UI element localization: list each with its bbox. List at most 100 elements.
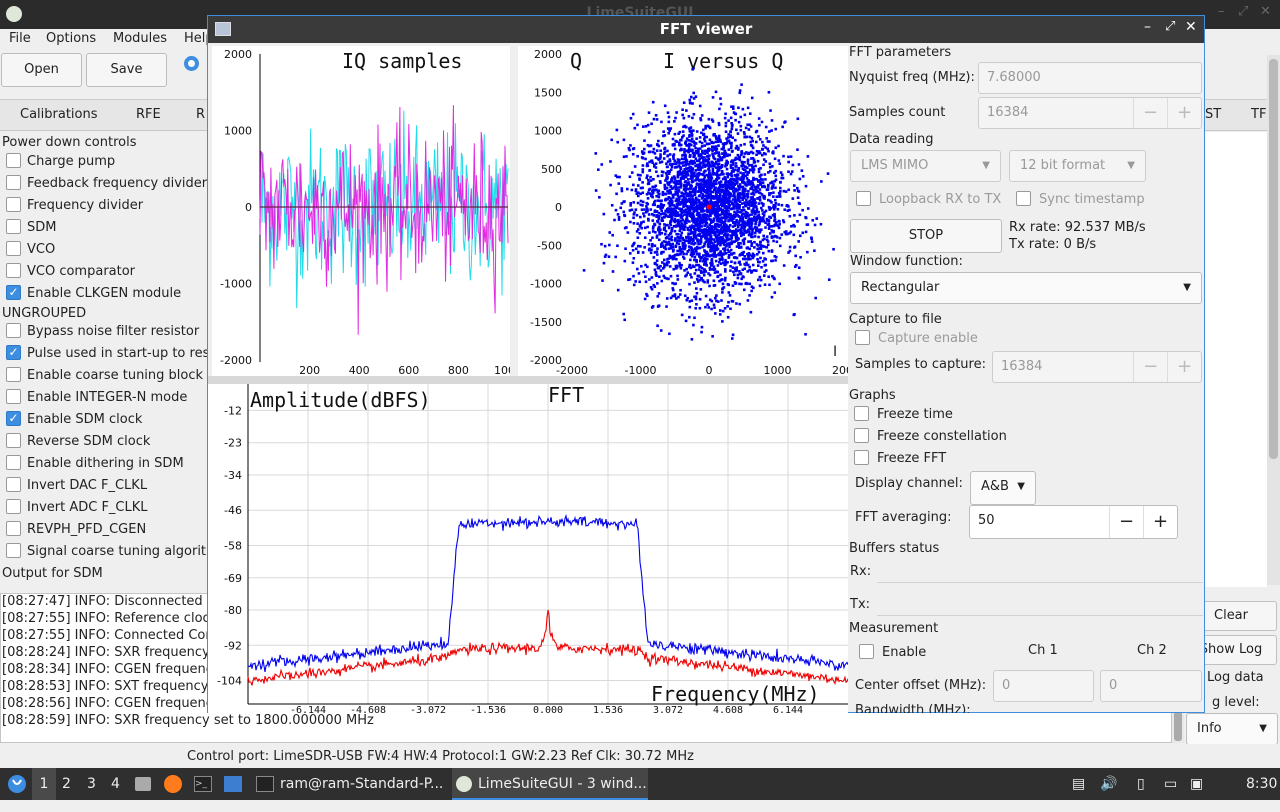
checkbox-icon[interactable] [6,433,21,448]
checkbox-icon[interactable] [6,543,21,558]
checkbox-row[interactable]: Frequency divider [6,197,143,218]
minus-icon[interactable]: − [1109,506,1143,538]
checkbox-icon[interactable] [6,323,21,338]
tab-tf[interactable]: TF [1251,107,1266,122]
checkbox-row[interactable]: Feedback frequency divider [6,175,207,196]
loopback-check-icon[interactable] [856,191,871,206]
sync-checkbox[interactable]: Sync timestamp [1016,191,1145,207]
checkbox-row[interactable]: Reverse SDM clock [6,433,150,454]
clipboard-icon[interactable]: ▤ [1072,768,1088,800]
maximize-icon[interactable]: ⤢ [1238,4,1248,19]
window-function-select[interactable]: Rectangular ▼ [850,272,1202,304]
checkbox-row[interactable]: Charge pump [6,153,115,174]
checkbox-row[interactable]: REVPH_PFD_CGEN [6,521,146,542]
radio-icon[interactable] [184,56,199,71]
taskbar-limesuite-window[interactable]: LimeSuiteGUI - 3 wind... [452,768,648,800]
checkbox-row[interactable]: ✓ Enable CLKGEN module [6,285,181,306]
scrollbar-thumb[interactable] [1269,59,1278,459]
checkbox-row[interactable]: Enable INTEGER-N mode [6,389,187,410]
minus-icon[interactable]: − [1133,98,1167,128]
loopback-checkbox[interactable]: Loopback RX to TX [856,191,1001,207]
checkbox-row[interactable]: Invert ADC F_CLKL [6,499,148,520]
stop-button[interactable]: STOP [850,219,1002,253]
firefox-icon[interactable] [164,768,184,800]
format-select[interactable]: 12 bit format ▼ [1009,150,1146,182]
main-scrollbar[interactable] [1267,55,1280,585]
checkbox-row[interactable]: SDM [6,219,56,240]
tab-r[interactable]: R [196,107,205,122]
close-icon[interactable]: ✕ [1260,4,1271,19]
mode-select[interactable]: LMS MIMO ▼ [850,150,1001,182]
tab-rfe[interactable]: RFE [136,107,161,122]
chat-icon[interactable]: ▣ [1190,768,1208,800]
checkbox-row[interactable]: VCO comparator [6,263,135,284]
checkbox-icon[interactable] [6,175,21,190]
open-button[interactable]: Open [1,53,82,87]
checkbox-row[interactable]: ✓ Enable SDM clock [6,411,142,432]
checkbox-row[interactable]: Enable dithering in SDM [6,455,184,476]
save-button[interactable]: Save [86,53,167,87]
samples-capture-field[interactable]: 16384 − + [992,351,1202,383]
menu-modules[interactable]: Modules [113,31,167,46]
checkbox-icon[interactable] [6,455,21,470]
freeze-fft-check-icon[interactable] [854,450,869,465]
workspace-2[interactable]: 2 [62,768,76,800]
tab-st[interactable]: ST [1205,107,1221,122]
log-scrollbar-thumb[interactable] [1174,711,1182,741]
log-level-select[interactable]: Info ▼ [1186,713,1278,745]
capture-enable-checkbox[interactable]: Capture enable [855,330,978,346]
checkbox-icon[interactable] [6,197,21,212]
checkbox-row[interactable]: Signal coarse tuning algorithm [6,543,208,564]
checkbox-icon[interactable] [6,499,21,514]
files-icon[interactable]: ▯ [1137,768,1155,800]
plus-icon[interactable]: + [1167,352,1201,382]
checkbox-row[interactable]: VCO [6,241,55,262]
freeze-time-check-icon[interactable] [854,406,869,421]
display-channel-select[interactable]: A&B ▼ [970,471,1036,505]
fft-averaging-field[interactable]: 50 − + [969,505,1178,539]
menu-options[interactable]: Options [46,31,96,46]
checkbox-icon[interactable] [6,477,21,492]
fft-plot[interactable]: -12 -23 -34 -46 -58 -69 -80 -92 -104 -6.144 -4.608… [208,383,849,716]
workspace-3[interactable]: 3 [87,768,101,800]
minus-icon[interactable]: − [1133,352,1167,382]
start-menu-icon[interactable] [6,768,28,800]
checkbox-row[interactable]: ✓ Pulse used in start-up to reset [6,345,208,366]
checkbox-row[interactable]: Enable coarse tuning block [6,367,203,388]
constellation-plot[interactable]: 2000 1500 1000 500 0 -500 -1000 -1500 -2000 -2000… [518,46,860,377]
checkbox-checked-icon[interactable]: ✓ [6,345,21,360]
minimize-icon[interactable]: – [1218,4,1225,19]
taskbar-terminal-window[interactable]: ram@ram-Standard-P... [252,768,450,800]
checkbox-icon[interactable] [6,263,21,278]
checkbox-checked-icon[interactable]: ✓ [6,411,21,426]
capture-check-icon[interactable] [855,330,870,345]
fft-minimize-icon[interactable]: – [1144,19,1151,35]
checkbox-row[interactable]: Invert DAC F_CLKL [6,477,147,498]
menu-file[interactable]: File [9,31,31,46]
volume-icon[interactable]: 🔊 [1100,768,1118,800]
workspace-4[interactable]: 4 [111,768,125,800]
sync-check-icon[interactable] [1016,191,1031,206]
file-manager-icon[interactable] [135,768,155,800]
checkbox-icon[interactable] [6,153,21,168]
checkbox-icon[interactable] [6,241,21,256]
checkbox-checked-icon[interactable]: ✓ [6,285,21,300]
plus-icon[interactable]: + [1167,98,1201,128]
iq-samples-plot[interactable]: 200010000-1000-20002004006008001000 IQ s… [212,46,522,377]
nyquist-field[interactable]: 7.68000 [978,62,1202,94]
fft-maximize-icon[interactable]: ⤢ [1165,19,1175,34]
checkbox-icon[interactable] [6,389,21,404]
window-icon[interactable] [224,768,244,800]
freeze-fft-checkbox[interactable]: Freeze FFT [854,450,946,466]
terminal-icon[interactable]: >_ [194,768,214,800]
checkbox-icon[interactable] [6,367,21,382]
checkbox-row[interactable]: Bypass noise filter resistor [6,323,199,344]
freeze-constellation-checkbox[interactable]: Freeze constellation [854,428,1007,444]
workspace-1[interactable]: 1 [32,768,56,800]
plot-splitter[interactable] [208,376,848,384]
enable-measurement-checkbox[interactable]: Enable [859,644,926,660]
center-offset-ch2[interactable]: 0 [1100,670,1202,702]
plus-icon[interactable]: + [1143,506,1177,538]
freeze-time-checkbox[interactable]: Freeze time [854,406,953,422]
checkbox-icon[interactable] [6,219,21,234]
